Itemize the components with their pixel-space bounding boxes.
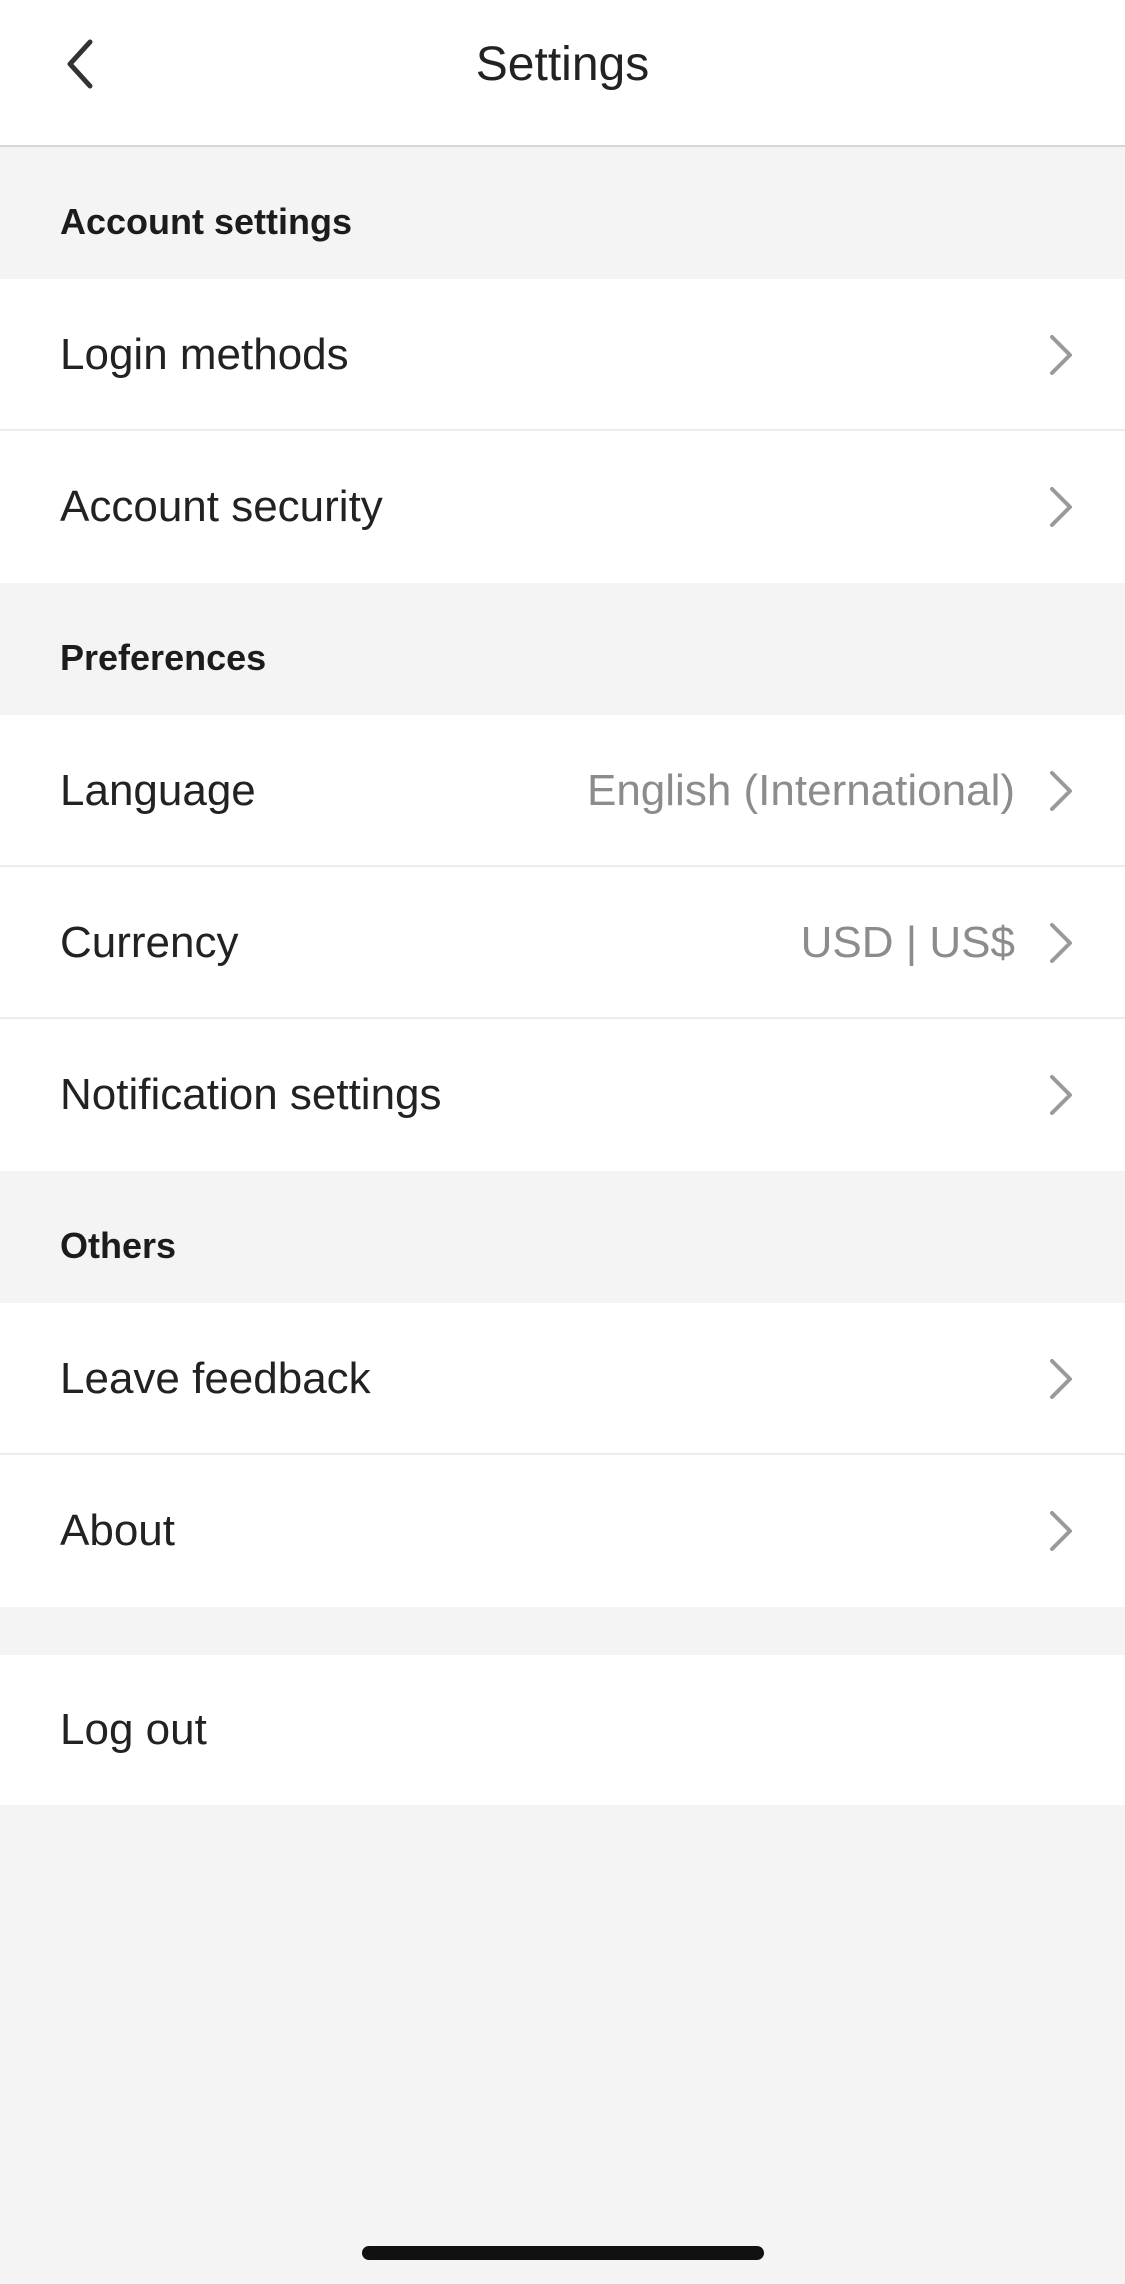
settings-item-label: Login methods (60, 330, 349, 379)
settings-item-language[interactable]: Language English (International) (0, 715, 1125, 867)
settings-item-label: Leave feedback (60, 1354, 371, 1403)
settings-item-login-methods[interactable]: Login methods (0, 279, 1125, 431)
chevron-right-icon (1031, 1065, 1091, 1125)
settings-item-notification-settings[interactable]: Notification settings (0, 1019, 1125, 1171)
chevron-right-icon (1031, 761, 1091, 821)
settings-item-about[interactable]: About (0, 1455, 1125, 1607)
section-header-preferences: Preferences (0, 583, 1125, 715)
chevron-right-icon (1031, 325, 1091, 385)
top-app-bar: Settings (0, 0, 1125, 147)
settings-item-label: Notification settings (60, 1070, 442, 1119)
section-title: Preferences (60, 637, 267, 678)
settings-item-label: Currency (60, 918, 239, 967)
logout-button[interactable]: Log out (0, 1655, 1125, 1805)
settings-item-account-security[interactable]: Account security (0, 431, 1125, 583)
settings-item-value: USD | US$ (800, 918, 1015, 967)
chevron-left-icon (67, 39, 93, 89)
chevron-right-icon (1031, 477, 1091, 537)
settings-item-currency[interactable]: Currency USD | US$ (0, 867, 1125, 1019)
section-title: Others (60, 1225, 177, 1266)
settings-item-label: Account security (60, 482, 383, 531)
settings-item-label: About (60, 1506, 175, 1555)
settings-item-value: English (International) (586, 766, 1015, 815)
section-header-others: Others (0, 1171, 1125, 1303)
section-header-account-settings: Account settings (0, 147, 1125, 279)
chevron-right-icon (1031, 913, 1091, 973)
chevron-right-icon (1031, 1501, 1091, 1561)
settings-item-label: Language (60, 766, 256, 815)
home-indicator[interactable] (362, 2246, 764, 2260)
chevron-right-icon (1031, 1349, 1091, 1409)
back-button[interactable] (40, 24, 120, 104)
page-title: Settings (475, 38, 650, 91)
logout-label: Log out (60, 1705, 207, 1754)
settings-item-leave-feedback[interactable]: Leave feedback (0, 1303, 1125, 1455)
section-title: Account settings (60, 201, 353, 242)
